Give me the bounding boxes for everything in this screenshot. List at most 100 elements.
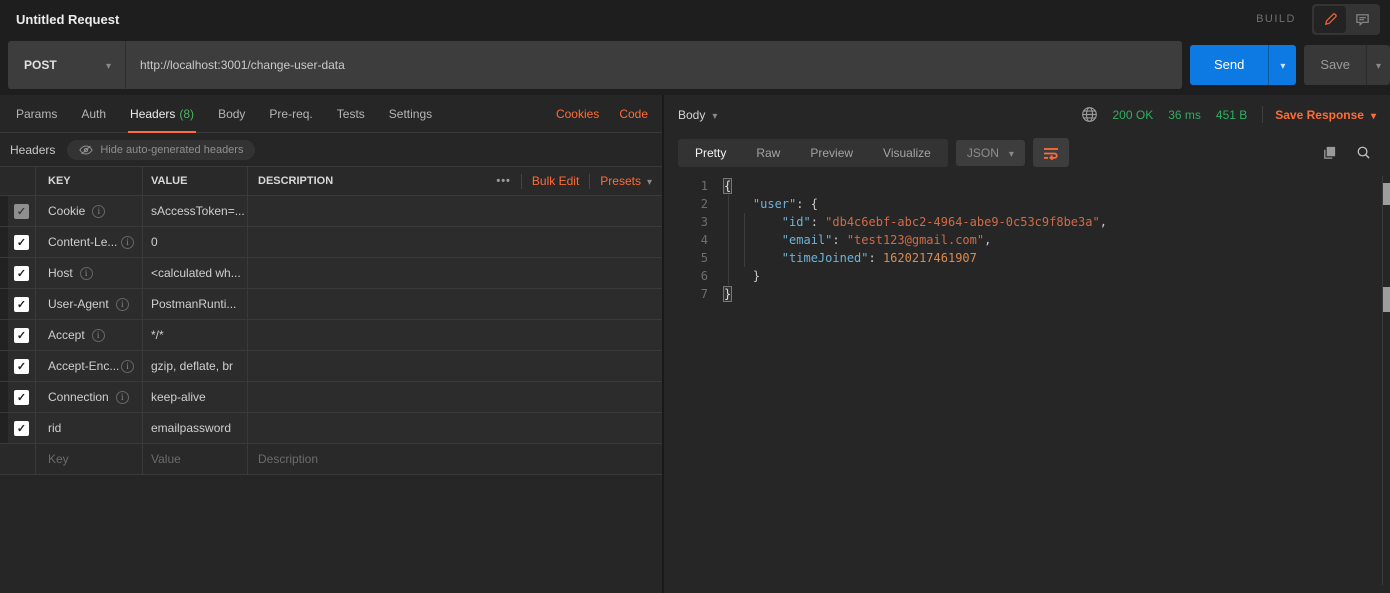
row-drag-handle[interactable] [0,196,8,226]
value-cell[interactable]: gzip, deflate, br [143,351,248,381]
description-cell[interactable] [248,196,662,226]
tab-auth[interactable]: Auth [69,95,118,132]
chevron-down-icon [1371,108,1376,122]
row-checkbox[interactable] [14,328,29,343]
token: 1620217461907 [883,251,977,265]
url-input[interactable]: http://localhost:3001/change-user-data [126,41,1182,89]
tab-headers[interactable]: Headers(8) [118,95,206,132]
row-checkbox[interactable] [14,390,29,405]
row-drag-handle[interactable] [0,289,8,319]
value-cell[interactable]: sAccessToken=... [143,196,248,226]
row-drag-handle[interactable] [0,320,8,350]
tab-label: Body [218,107,245,121]
tab-body[interactable]: Body [206,95,257,132]
key-cell[interactable]: Accept-Enc... [36,351,143,381]
value-cell[interactable]: emailpassword [143,413,248,443]
checkbox-cell [8,196,36,226]
table-row: Content-Le...0 [0,227,662,258]
row-drag-handle[interactable] [0,258,8,288]
row-drag-handle[interactable] [0,382,8,412]
request-panel: ParamsAuthHeaders(8) Body Pre-req.TestsSet… [0,95,664,593]
value-cell[interactable]: <calculated wh... [143,258,248,288]
code-lines: 1{2 "user": {3 "id": "db4c6ebf-abc2-4964… [678,177,1390,303]
new-value-input[interactable]: Value [143,444,248,474]
save-button[interactable]: Save [1304,45,1366,85]
checkbox-cell [8,351,36,381]
hide-autogenerated-toggle[interactable]: Hide auto-generated headers [67,140,255,160]
description-cell[interactable] [248,351,662,381]
description-cell[interactable] [248,382,662,412]
new-key-input[interactable]: Key [36,444,143,474]
description-cell[interactable] [248,227,662,257]
response-toolbar: PrettyRawPreviewVisualize JSON [664,134,1390,171]
value-cell[interactable]: keep-alive [143,382,248,412]
view-tab-pretty[interactable]: Pretty [680,141,741,165]
tab-params[interactable]: Params [4,95,69,132]
view-tab-raw[interactable]: Raw [741,141,795,165]
chevron-down-icon [1376,56,1381,74]
response-scrollbar[interactable] [1382,176,1390,585]
search-button[interactable] [1350,140,1376,166]
key-cell[interactable]: Accept [36,320,143,350]
response-code-editor[interactable]: 1{2 "user": {3 "id": "db4c6ebf-abc2-4964… [664,171,1390,593]
method-select[interactable]: POST [8,41,126,89]
row-drag-handle[interactable] [0,227,8,257]
tab-tests[interactable]: Tests [325,95,377,132]
description-cell[interactable] [248,320,662,350]
key-cell[interactable]: Host [36,258,143,288]
info-icon [80,267,93,280]
cookies-link[interactable]: Cookies [546,95,609,132]
wrap-lines-button[interactable] [1033,138,1069,167]
request-tabs: ParamsAuthHeaders(8) Body Pre-req.TestsSet… [0,95,662,133]
new-description-input[interactable]: Description [248,444,662,474]
presets-dropdown[interactable]: Presets [600,174,652,188]
format-dropdown[interactable]: JSON [956,140,1025,166]
row-checkbox[interactable] [14,421,29,436]
postman-window: Untitled Request BUILD POST http://local… [0,0,1390,593]
send-options-button[interactable] [1268,45,1296,85]
key-cell[interactable]: Connection [36,382,143,412]
response-body-dropdown[interactable]: Body [678,106,717,124]
chevron-down-icon [1009,146,1014,160]
build-label: BUILD [1256,13,1296,25]
value-cell[interactable]: */* [143,320,248,350]
comments-button[interactable] [1346,6,1378,33]
tab-settings[interactable]: Settings [377,95,444,132]
key-cell[interactable]: Cookie [36,196,143,226]
save-response-dropdown[interactable]: Save Response [1275,108,1376,122]
description-cell[interactable] [248,289,662,319]
code-link[interactable]: Code [609,95,658,132]
row-checkbox[interactable] [14,359,29,374]
scrollbar-thumb[interactable] [1383,183,1390,205]
copy-button[interactable] [1316,140,1342,166]
view-tab-visualize[interactable]: Visualize [868,141,946,165]
description-cell[interactable] [248,413,662,443]
save-options-button[interactable] [1366,45,1390,85]
checkbox-cell [8,258,36,288]
value-cell[interactable]: PostmanRunti... [143,289,248,319]
code-text: "email": "test123@gmail.com", [724,231,991,249]
format-label: JSON [967,146,999,160]
network-icon[interactable] [1081,106,1098,123]
headers-table-head: KEY VALUE DESCRIPTION ••• Bulk Edit Pres… [0,166,662,196]
column-key: KEY [36,167,143,195]
key-cell[interactable]: Content-Le... [36,227,143,257]
row-drag-handle[interactable] [0,351,8,381]
send-button[interactable]: Send [1190,45,1268,85]
view-tab-preview[interactable]: Preview [795,141,868,165]
scrollbar-thumb[interactable] [1383,287,1390,312]
tab-prereq[interactable]: Pre-req. [257,95,324,132]
bulk-edit-link[interactable]: Bulk Edit [532,174,579,188]
row-checkbox[interactable] [14,235,29,250]
chevron-down-icon [712,106,717,124]
key-cell[interactable]: rid [36,413,143,443]
row-checkbox[interactable] [14,297,29,312]
row-drag-handle[interactable] [0,413,8,443]
key-cell[interactable]: User-Agent [36,289,143,319]
value-cell[interactable]: 0 [143,227,248,257]
description-cell[interactable] [248,258,662,288]
row-checkbox[interactable] [14,266,29,281]
chevron-down-icon [647,174,652,188]
more-options-button[interactable]: ••• [496,175,511,187]
edit-mode-button[interactable] [1314,6,1346,33]
